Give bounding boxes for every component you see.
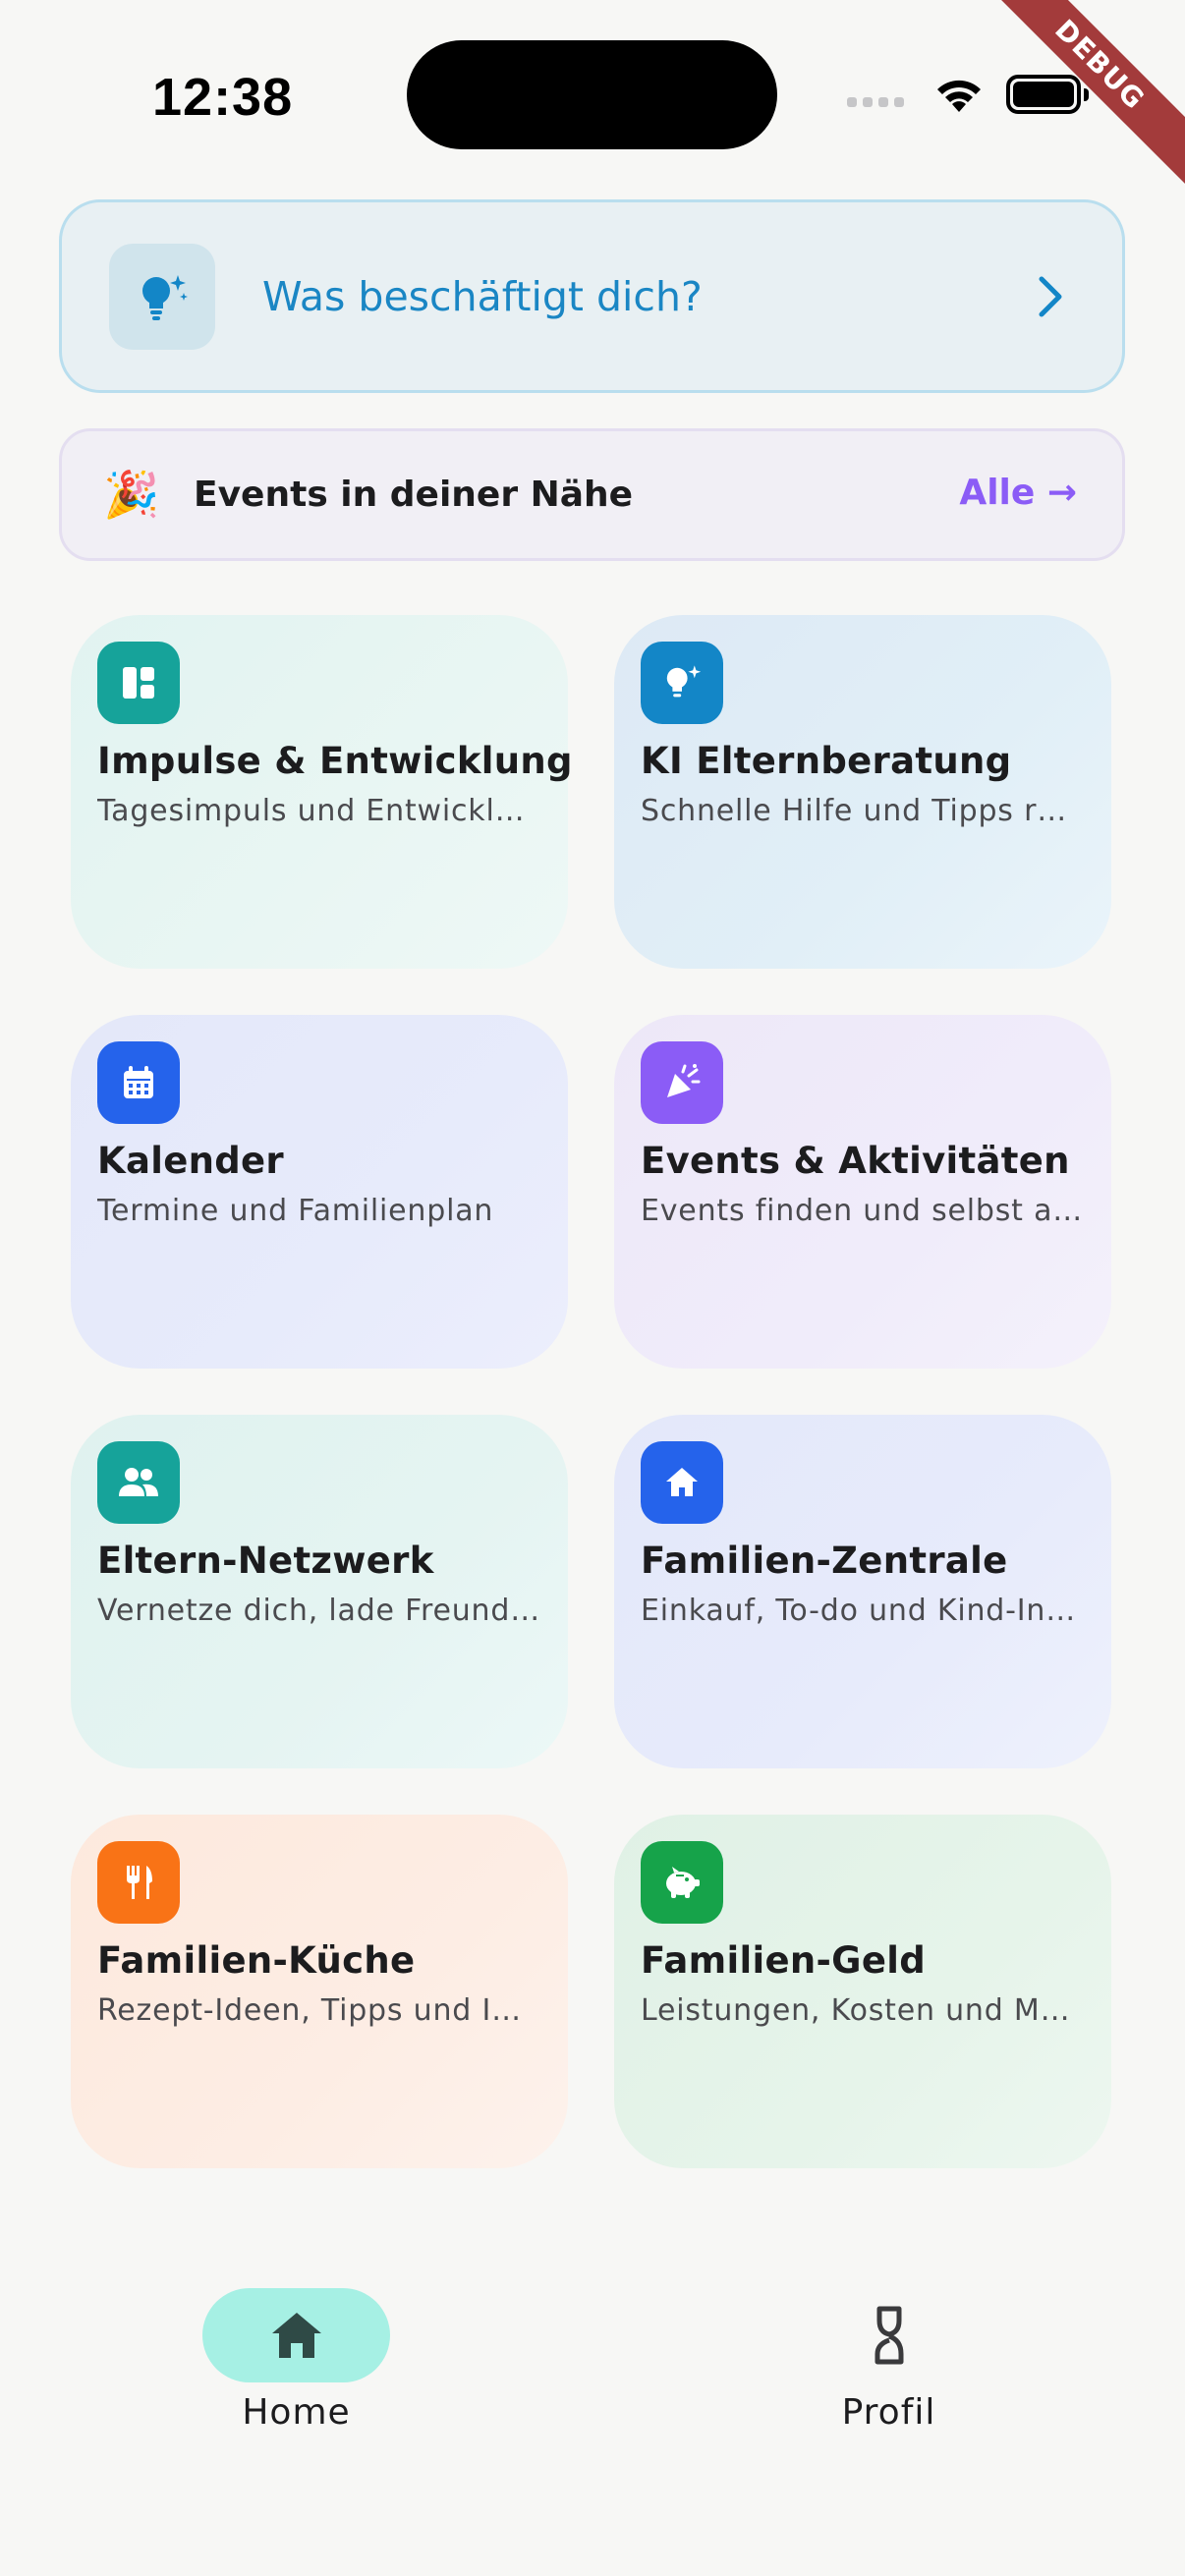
wifi-icon — [937, 80, 981, 112]
tile-subtitle: Rezept-Ideen, Tipps und I… — [97, 1993, 522, 2028]
dynamic-island — [407, 40, 777, 149]
tile-subtitle: Vernetze dich, lade Freund… — [97, 1594, 541, 1628]
party-icon — [641, 1041, 723, 1124]
tile-subtitle: Einkauf, To-do und Kind-In… — [641, 1594, 1077, 1628]
tile-subtitle: Tagesimpuls und Entwickl… — [97, 794, 526, 828]
dashboard-icon — [97, 642, 180, 724]
tile-events-aktivitaeten[interactable]: Events & Aktivitäten Events finden und s… — [614, 1015, 1111, 1369]
piggy-bank-icon — [641, 1841, 723, 1924]
status-icons — [847, 71, 1089, 118]
ask-question-card[interactable]: Was beschäftigt dich? — [59, 199, 1125, 393]
chevron-right-icon — [1039, 276, 1062, 317]
tile-impulse-entwicklung[interactable]: Impulse & Entwicklung Tagesimpuls und En… — [71, 615, 573, 969]
ask-label: Was beschäftigt dich? — [262, 272, 703, 320]
tile-familien-geld[interactable]: Familien-Geld Leistungen, Kosten und M… — [614, 1815, 1111, 2168]
nav-profil-icon-wrap — [795, 2288, 983, 2382]
events-all-link[interactable]: Alle → — [959, 473, 1077, 513]
nav-home-pill — [202, 2288, 390, 2382]
tile-subtitle: Events finden und selbst a… — [641, 1194, 1084, 1228]
lightbulb-sparkle-icon — [641, 642, 723, 724]
people-icon — [97, 1441, 180, 1524]
events-label: Events in deiner Nähe — [194, 475, 634, 515]
tile-familien-zentrale[interactable]: Familien-Zentrale Einkauf, To-do und Kin… — [614, 1415, 1111, 1768]
battery-icon — [1006, 75, 1089, 114]
nav-home[interactable]: Home — [202, 2288, 390, 2433]
profile-icon — [875, 2306, 903, 2365]
calendar-icon — [97, 1041, 180, 1124]
cellular-signal-icon — [847, 97, 904, 107]
tile-title: Events & Aktivitäten — [641, 1140, 1070, 1182]
fork-knife-icon — [97, 1841, 180, 1924]
tile-subtitle: Termine und Familienplan — [97, 1194, 494, 1228]
home-icon — [641, 1441, 723, 1524]
events-nearby-bar[interactable]: 🎉 Events in deiner Nähe Alle → — [59, 428, 1125, 561]
home-icon — [271, 2313, 321, 2358]
tile-familien-kueche[interactable]: Familien-Küche Rezept-Ideen, Tipps und I… — [71, 1815, 568, 2168]
lightbulb-sparkle-icon — [142, 274, 188, 320]
tile-title: KI Elternberatung — [641, 740, 1012, 782]
nav-home-label: Home — [242, 2392, 351, 2433]
party-popper-icon: 🎉 — [103, 468, 160, 521]
tile-title: Eltern-Netzwerk — [97, 1540, 434, 1582]
tile-eltern-netzwerk[interactable]: Eltern-Netzwerk Vernetze dich, lade Freu… — [71, 1415, 568, 1768]
tile-kalender[interactable]: Kalender Termine und Familienplan — [71, 1015, 568, 1369]
tile-subtitle: Leistungen, Kosten und M… — [641, 1993, 1071, 2028]
tile-title: Familien-Zentrale — [641, 1540, 1008, 1582]
status-time: 12:38 — [152, 68, 294, 127]
tile-title: Familien-Geld — [641, 1939, 926, 1982]
tile-title: Impulse & Entwicklung — [97, 740, 573, 782]
nav-profil[interactable]: Profil — [795, 2288, 983, 2433]
tile-ki-elternberatung[interactable]: KI Elternberatung Schnelle Hilfe und Tip… — [614, 615, 1111, 969]
tile-subtitle: Schnelle Hilfe und Tipps r… — [641, 794, 1067, 828]
ask-icon-box — [109, 243, 215, 350]
nav-profil-label: Profil — [841, 2392, 936, 2433]
tile-title: Familien-Küche — [97, 1939, 416, 1982]
tile-title: Kalender — [97, 1140, 284, 1182]
